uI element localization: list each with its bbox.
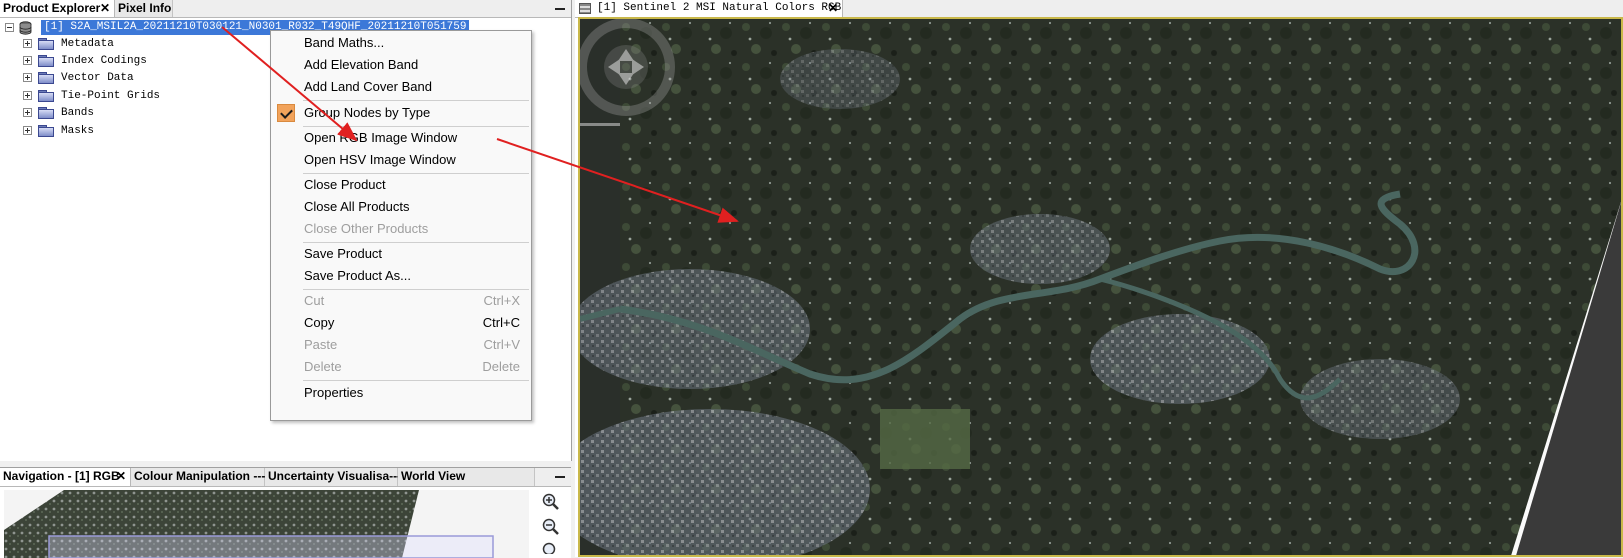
tab-uncertainty-visualisation[interactable]: Uncertainty Visualisa--- <box>265 468 402 486</box>
context-menu: Band Maths... Add Elevation Band Add Lan… <box>270 30 532 421</box>
minimize-icon[interactable] <box>553 468 567 484</box>
menu-item-copy[interactable]: Copy Ctrl+C <box>272 312 530 334</box>
tab-navigation[interactable]: Navigation - [1] RGB ✕ <box>0 468 131 486</box>
menu-item-close-all-products[interactable]: Close All Products <box>272 196 530 218</box>
navigation-thumbnail[interactable] <box>4 490 529 558</box>
folder-icon <box>38 72 55 84</box>
menu-item-label: Open HSV Image Window <box>304 152 456 167</box>
image-view-panel: [1] Sentinel 2 MSI Natural Colors RGB ✕ <box>575 0 1623 557</box>
image-canvas[interactable] <box>578 17 1623 557</box>
viewport-rectangle <box>48 535 494 558</box>
menu-item-label: Add Elevation Band <box>304 57 419 72</box>
tab-label: [1] Sentinel 2 MSI Natural Colors RGB <box>597 2 842 14</box>
zoom-slider <box>580 123 620 126</box>
menu-item-group-nodes-by-type[interactable]: Group Nodes by Type <box>272 102 530 124</box>
folder-icon <box>38 38 55 50</box>
menu-item-shortcut: Delete <box>482 359 520 374</box>
image-window-icon <box>579 3 591 14</box>
close-icon[interactable]: ✕ <box>116 468 126 484</box>
close-icon[interactable]: ✕ <box>828 0 838 16</box>
menu-item-label: Save Product <box>304 246 383 261</box>
expand-icon[interactable] <box>23 91 32 100</box>
menu-item-shortcut: Ctrl+C <box>482 315 520 330</box>
satellite-image <box>580 19 1621 555</box>
menu-item-save-product[interactable]: Save Product <box>272 243 530 265</box>
expand-icon[interactable] <box>23 73 32 82</box>
bottom-tab-bar: Navigation - [1] RGB ✕ Colour Manipulati… <box>0 468 571 487</box>
tree-node-label: Vector Data <box>61 72 134 84</box>
navigation-panel: Navigation - [1] RGB ✕ Colour Manipulati… <box>0 467 571 558</box>
menu-item-cut: Cut Ctrl+X <box>272 290 530 312</box>
close-icon[interactable]: ✕ <box>100 0 110 16</box>
menu-item-save-product-as[interactable]: Save Product As... <box>272 265 530 287</box>
menu-item-open-rgb-image-window[interactable]: Open RGB Image Window <box>272 127 530 149</box>
tab-world-view[interactable]: World View <box>398 468 535 486</box>
menu-item-label: Group Nodes by Type <box>304 105 431 120</box>
menu-item-label: Open RGB Image Window <box>304 130 458 145</box>
collapse-icon[interactable] <box>5 23 14 32</box>
tab-label: Uncertainty Visualisa--- <box>268 469 402 483</box>
tree-node-label: Metadata <box>61 38 114 50</box>
menu-item-band-maths[interactable]: Band Maths... <box>272 32 530 54</box>
product-db-icon <box>19 21 32 35</box>
tab-label: Navigation - [1] RGB <box>3 469 120 483</box>
tab-label: Pixel Info <box>118 1 172 15</box>
menu-item-label: Properties <box>304 385 364 400</box>
menu-item-add-elevation-band[interactable]: Add Elevation Band <box>272 54 530 76</box>
menu-item-label: Close Product <box>304 177 386 192</box>
menu-item-label: Paste <box>304 337 338 352</box>
tab-label: Product Explorer <box>3 1 101 15</box>
expand-icon[interactable] <box>23 56 32 65</box>
tab-label: World View <box>401 469 466 483</box>
menu-item-label: Copy <box>304 315 335 330</box>
folder-icon <box>38 125 55 137</box>
tab-image-window[interactable]: [1] Sentinel 2 MSI Natural Colors RGB ✕ <box>575 0 843 17</box>
menu-item-paste: Paste Ctrl+V <box>272 334 530 356</box>
tree-node-label: Masks <box>61 125 95 137</box>
tab-product-explorer[interactable]: Product Explorer ✕ <box>0 0 115 17</box>
tree-node-label: Tie-Point Grids <box>61 90 161 102</box>
menu-item-add-land-cover-band[interactable]: Add Land Cover Band <box>272 76 530 98</box>
tree-node-label: Bands <box>61 107 95 119</box>
expand-icon[interactable] <box>23 126 32 135</box>
folder-icon <box>38 55 55 67</box>
tab-pixel-info[interactable]: Pixel Info <box>115 0 173 17</box>
menu-item-label: Band Maths... <box>304 35 385 50</box>
zoom-all-icon[interactable] <box>542 542 560 554</box>
tab-colour-manipulation[interactable]: Colour Manipulation --- <box>131 468 265 486</box>
menu-separator <box>303 380 529 381</box>
menu-item-close-other-products: Close Other Products <box>272 218 530 240</box>
menu-item-label: Add Land Cover Band <box>304 79 432 94</box>
zoom-out-icon[interactable] <box>542 518 560 536</box>
menu-item-close-product[interactable]: Close Product <box>272 174 530 196</box>
navigation-preview-image <box>4 490 494 558</box>
expand-icon[interactable] <box>23 108 32 117</box>
menu-item-open-hsv-image-window[interactable]: Open HSV Image Window <box>272 149 530 171</box>
tab-label: Colour Manipulation --- <box>134 469 266 483</box>
folder-icon <box>38 90 55 102</box>
left-tab-bar: Product Explorer ✕ Pixel Info <box>0 0 571 18</box>
checkmark-icon <box>277 104 295 122</box>
minimize-icon[interactable] <box>553 0 567 16</box>
menu-item-shortcut: Ctrl+X <box>483 293 520 308</box>
menu-item-label: Close All Products <box>304 199 410 214</box>
menu-item-shortcut: Ctrl+V <box>483 337 520 352</box>
zoom-in-icon[interactable] <box>542 493 560 511</box>
menu-item-label: Save Product As... <box>304 268 411 283</box>
menu-item-label: Cut <box>304 293 325 308</box>
menu-separator <box>303 100 529 101</box>
menu-item-properties[interactable]: Properties <box>272 382 530 404</box>
image-tab-bar: [1] Sentinel 2 MSI Natural Colors RGB ✕ <box>575 0 1623 18</box>
tree-node-label: Index Codings <box>61 55 147 67</box>
menu-item-label: Close Other Products <box>304 221 429 236</box>
menu-item-delete: Delete Delete <box>272 356 530 378</box>
folder-icon <box>38 107 55 119</box>
menu-item-label: Delete <box>304 359 342 374</box>
expand-icon[interactable] <box>23 39 32 48</box>
